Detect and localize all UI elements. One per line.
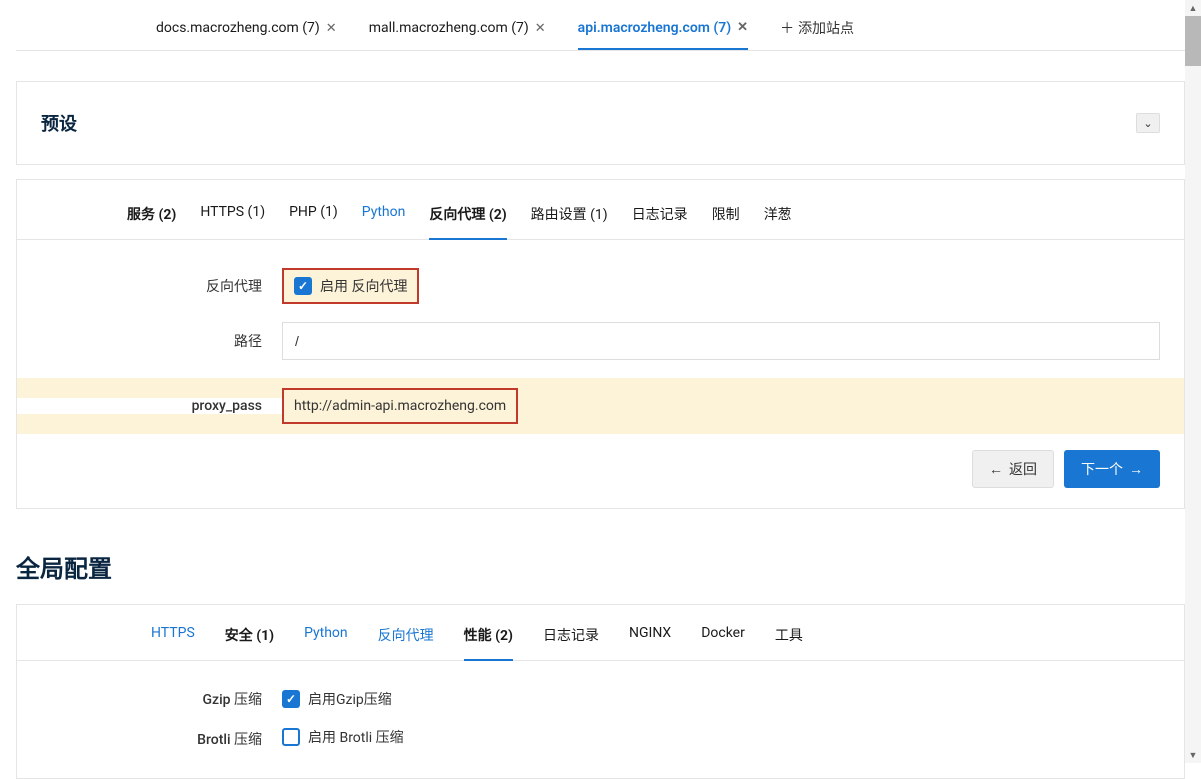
brotli-label: Brotli 压缩 xyxy=(17,729,282,749)
global-tab-https[interactable]: HTTPS xyxy=(151,605,195,660)
tab-routing[interactable]: 路由设置 (1) xyxy=(531,192,608,239)
global-tab-tools[interactable]: 工具 xyxy=(775,605,803,660)
site-tab-docs[interactable]: docs.macrozheng.com (7) ✕ xyxy=(156,12,337,48)
back-button[interactable]: ← 返回 xyxy=(972,450,1054,488)
close-icon[interactable]: ✕ xyxy=(737,20,748,35)
site-tab-api[interactable]: api.macrozheng.com (7) ✕ xyxy=(578,12,748,50)
reverse-proxy-form: 反向代理 ✓ 启用 反向代理 路径 proxy_pass xyxy=(17,240,1184,488)
gzip-label: Gzip 压缩 xyxy=(17,689,282,709)
next-button-label: 下一个 xyxy=(1081,459,1123,479)
enable-reverse-proxy-checkbox[interactable]: ✓ 启用 反向代理 xyxy=(294,276,407,296)
arrow-left-icon: ← xyxy=(989,461,1003,477)
global-tab-reverse-proxy[interactable]: 反向代理 xyxy=(378,605,434,660)
global-tab-security[interactable]: 安全 (1) xyxy=(225,605,274,660)
form-buttons: ← 返回 下一个 → xyxy=(17,434,1184,488)
close-icon[interactable]: ✕ xyxy=(535,21,546,36)
plus-icon: ＋ xyxy=(780,18,794,38)
chevron-down-icon: ⌄ xyxy=(1143,117,1152,130)
preset-panel: 预设 ⌄ xyxy=(16,81,1185,165)
global-tab-python[interactable]: Python xyxy=(304,605,348,660)
enable-reverse-proxy-highlight: ✓ 启用 反向代理 xyxy=(282,268,419,304)
add-site-button[interactable]: ＋ 添加站点 xyxy=(780,10,854,50)
site-tab-label: api.macrozheng.com (7) xyxy=(578,20,731,36)
brotli-checkbox[interactable]: 启用 Brotli 压缩 xyxy=(282,727,404,747)
proxy-pass-label: proxy_pass xyxy=(17,398,282,414)
global-tab-docker[interactable]: Docker xyxy=(701,605,745,660)
global-config-title: 全局配置 xyxy=(16,549,1185,584)
gzip-enable-text: 启用Gzip压缩 xyxy=(308,689,392,709)
global-config-panel: HTTPS 安全 (1) Python 反向代理 性能 (2) 日志记录 NGI… xyxy=(16,604,1185,779)
scrollbar[interactable]: ▲ ▼ xyxy=(1185,0,1201,763)
config-tabs: 服务 (2) HTTPS (1) PHP (1) Python 反向代理 (2)… xyxy=(17,192,1184,240)
site-tab-label: docs.macrozheng.com (7) xyxy=(156,20,320,36)
tab-php[interactable]: PHP (1) xyxy=(289,192,338,239)
gzip-checkbox[interactable]: ✓ 启用Gzip压缩 xyxy=(282,689,392,709)
scroll-down-icon[interactable]: ▼ xyxy=(1185,747,1201,763)
path-input[interactable] xyxy=(282,322,1160,360)
brotli-enable-text: 启用 Brotli 压缩 xyxy=(308,727,404,747)
back-button-label: 返回 xyxy=(1009,459,1037,479)
arrow-right-icon: → xyxy=(1129,461,1143,477)
config-panel: 服务 (2) HTTPS (1) PHP (1) Python 反向代理 (2)… xyxy=(16,179,1185,509)
scroll-up-icon[interactable]: ▲ xyxy=(1185,0,1201,16)
reverse-proxy-label: 反向代理 xyxy=(17,276,282,296)
global-tabs: HTTPS 安全 (1) Python 反向代理 性能 (2) 日志记录 NGI… xyxy=(17,605,1184,661)
checkbox-checked-icon: ✓ xyxy=(282,690,300,708)
path-label: 路径 xyxy=(17,331,282,351)
tab-limits[interactable]: 限制 xyxy=(712,192,740,239)
tab-logging[interactable]: 日志记录 xyxy=(632,192,688,239)
tab-onion[interactable]: 洋葱 xyxy=(764,192,792,239)
global-form: Gzip 压缩 ✓ 启用Gzip压缩 Brotli 压缩 启用 Brotli 压… xyxy=(17,661,1184,750)
checkbox-empty-icon xyxy=(282,728,300,746)
add-site-label: 添加站点 xyxy=(798,18,854,38)
tab-reverse-proxy[interactable]: 反向代理 (2) xyxy=(429,192,506,240)
site-tab-label: mall.macrozheng.com (7) xyxy=(369,20,529,36)
proxy-pass-value[interactable]: http://admin-api.macrozheng.com xyxy=(282,388,518,424)
checkbox-checked-icon: ✓ xyxy=(294,277,312,295)
global-tab-performance[interactable]: 性能 (2) xyxy=(464,605,513,661)
tab-service[interactable]: 服务 (2) xyxy=(127,192,176,239)
tab-https[interactable]: HTTPS (1) xyxy=(200,192,265,239)
enable-reverse-proxy-text: 启用 反向代理 xyxy=(320,276,407,296)
next-button[interactable]: 下一个 → xyxy=(1064,450,1160,488)
site-tabs: docs.macrozheng.com (7) ✕ mall.macrozhen… xyxy=(16,0,1185,51)
preset-toggle-button[interactable]: ⌄ xyxy=(1136,113,1160,133)
tab-python[interactable]: Python xyxy=(362,192,406,239)
preset-title: 预设 xyxy=(41,110,77,136)
site-tab-mall[interactable]: mall.macrozheng.com (7) ✕ xyxy=(369,12,546,48)
global-tab-nginx[interactable]: NGINX xyxy=(629,605,671,660)
global-tab-logging[interactable]: 日志记录 xyxy=(543,605,599,660)
close-icon[interactable]: ✕ xyxy=(326,21,337,36)
scrollbar-thumb[interactable] xyxy=(1185,16,1201,66)
